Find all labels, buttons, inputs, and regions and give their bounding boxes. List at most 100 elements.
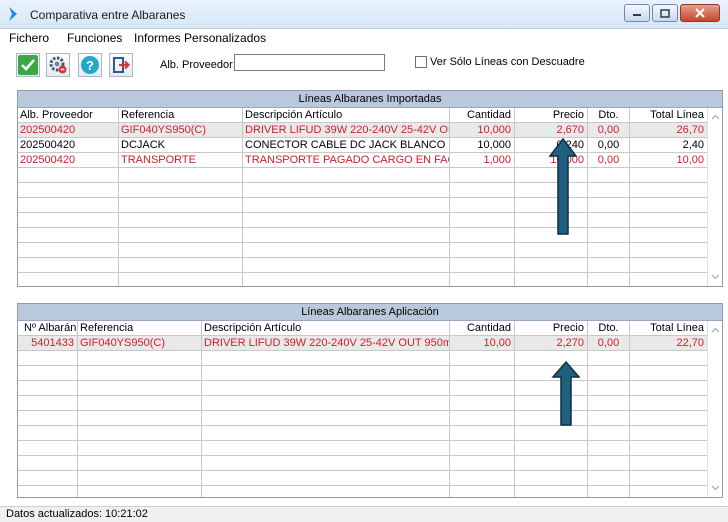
empty-row xyxy=(18,366,708,381)
empty-row xyxy=(18,486,708,497)
gear-process-icon xyxy=(49,56,67,74)
cell-total: 22,70 xyxy=(630,336,708,351)
toolbar: ? Alb. Proveedor: Ver Sólo Líneas con De… xyxy=(0,47,728,83)
empty-row xyxy=(18,273,708,286)
menu-fichero[interactable]: Fichero xyxy=(9,31,49,45)
cell-cantidad: 10,000 xyxy=(450,123,515,138)
empty-row xyxy=(18,213,708,228)
cell-alb: 202500420 xyxy=(18,138,119,153)
col-referencia[interactable]: Referencia xyxy=(78,321,202,336)
col-descripcion[interactable]: Descripción Artículo xyxy=(202,321,450,336)
cell-descripcion: DRIVER LIFUD 39W 220-240V 25-42V OUT 950… xyxy=(204,336,450,351)
table-row[interactable]: 202500420 TRANSPORTE TRANSPORTE PAGADO C… xyxy=(18,153,708,168)
table-row[interactable]: 202500420 DCJACK CONECTOR CABLE DC JACK … xyxy=(18,138,708,153)
proveedor-input[interactable] xyxy=(234,54,385,71)
minimize-icon xyxy=(633,14,641,16)
table-row[interactable]: 5401433 GIF040YS950(C) DRIVER LIFUD 39W … xyxy=(18,336,708,351)
cell-cantidad: 1,000 xyxy=(450,153,515,168)
importadas-header-row: Alb. Proveedor Referencia Descripción Ar… xyxy=(18,108,708,123)
cell-alb: 5401433 xyxy=(18,336,78,351)
window-title: Comparativa entre Albaranes xyxy=(30,8,186,22)
empty-row xyxy=(18,258,708,273)
confirm-button[interactable] xyxy=(16,53,40,77)
cell-referencia: DCJACK xyxy=(119,138,243,153)
col-cantidad[interactable]: Cantidad xyxy=(450,108,515,123)
cell-total: 2,40 xyxy=(630,138,708,153)
cell-dto: 0,00 xyxy=(588,336,630,351)
cell-alb: 202500420 xyxy=(18,123,119,138)
title-bar: Comparativa entre Albaranes xyxy=(0,0,728,29)
aplicacion-panel: Líneas Albaranes Aplicación Nº Albarán R… xyxy=(17,303,723,498)
empty-row xyxy=(18,351,708,366)
empty-row xyxy=(18,228,708,243)
svg-text:?: ? xyxy=(86,58,94,73)
col-descripcion[interactable]: Descripción Artículo xyxy=(243,108,450,123)
cell-descripcion: DRIVER LIFUD 39W 220-240V 25-42V OU xyxy=(245,123,450,138)
cell-precio: 2,670 xyxy=(515,123,588,138)
empty-row xyxy=(18,441,708,456)
minimize-button[interactable] xyxy=(624,4,650,22)
empty-row xyxy=(18,183,708,198)
cell-dto: 0,00 xyxy=(588,123,630,138)
close-button[interactable] xyxy=(680,4,720,22)
annotation-arrow-up-icon xyxy=(551,361,581,426)
empty-row xyxy=(18,411,708,426)
proveedor-label: Alb. Proveedor: xyxy=(160,59,236,71)
empty-row xyxy=(18,243,708,258)
empty-row xyxy=(18,381,708,396)
app-chevron-icon xyxy=(9,7,17,21)
importadas-panel: Líneas Albaranes Importadas Alb. Proveed… xyxy=(17,90,723,287)
cell-cantidad: 10,000 xyxy=(450,138,515,153)
cell-descripcion: TRANSPORTE PAGADO CARGO EN FAC xyxy=(245,153,450,168)
col-alb-proveedor[interactable]: Alb. Proveedor xyxy=(18,108,119,123)
check-icon xyxy=(18,55,38,75)
maximize-button[interactable] xyxy=(652,4,678,22)
cell-alb: 202500420 xyxy=(18,153,119,168)
empty-row xyxy=(18,471,708,486)
col-total-linea[interactable]: Total Línea xyxy=(630,108,708,123)
descuadre-checkbox-label[interactable]: Ver Sólo Líneas con Descuadre xyxy=(430,56,585,68)
annotation-arrow-up-icon xyxy=(548,138,578,235)
scroll-up-icon[interactable] xyxy=(711,114,720,120)
aplicacion-title: Líneas Albaranes Aplicación xyxy=(18,304,722,321)
col-n-albaran[interactable]: Nº Albarán xyxy=(18,321,78,336)
col-cantidad[interactable]: Cantidad xyxy=(450,321,515,336)
menu-informes-personalizados[interactable]: Informes Personalizados xyxy=(134,31,266,45)
close-icon xyxy=(695,8,705,18)
exit-icon xyxy=(113,57,131,73)
empty-row xyxy=(18,168,708,183)
descuadre-checkbox[interactable] xyxy=(415,56,427,68)
table-row[interactable]: 202500420 GIF040YS950(C) DRIVER LIFUD 39… xyxy=(18,123,708,138)
scroll-up-icon[interactable] xyxy=(711,327,720,333)
col-dto[interactable]: Dto. xyxy=(588,321,630,336)
cell-total: 26,70 xyxy=(630,123,708,138)
empty-row xyxy=(18,456,708,471)
cell-precio: 2,270 xyxy=(515,336,588,351)
cell-dto: 0,00 xyxy=(588,138,630,153)
cell-referencia: GIF040YS950(C) xyxy=(78,336,202,351)
scroll-down-icon[interactable] xyxy=(711,485,720,491)
help-icon: ? xyxy=(81,56,99,74)
cell-descripcion: CONECTOR CABLE DC JACK BLANCO xyxy=(243,138,450,153)
cell-referencia: GIF040YS950(C) xyxy=(119,123,243,138)
importadas-title: Líneas Albaranes Importadas xyxy=(18,91,722,108)
col-precio[interactable]: Precio xyxy=(515,321,588,336)
col-precio[interactable]: Precio xyxy=(515,108,588,123)
cell-referencia: TRANSPORTE xyxy=(119,153,243,168)
maximize-icon xyxy=(660,8,670,18)
empty-row xyxy=(18,198,708,213)
process-button[interactable] xyxy=(46,53,70,77)
col-dto[interactable]: Dto. xyxy=(588,108,630,123)
exit-button[interactable] xyxy=(109,53,133,77)
col-total-linea[interactable]: Total Línea xyxy=(630,321,708,336)
col-referencia[interactable]: Referencia xyxy=(119,108,243,123)
cell-cantidad: 10,00 xyxy=(450,336,515,351)
help-button[interactable]: ? xyxy=(78,53,102,77)
cell-dto: 0,00 xyxy=(588,153,630,168)
menu-funciones[interactable]: Funciones xyxy=(67,31,122,45)
importadas-scrollbar[interactable] xyxy=(707,108,722,286)
menu-bar: Fichero Funciones Informes Personalizado… xyxy=(0,29,728,47)
aplicacion-scrollbar[interactable] xyxy=(707,321,722,497)
aplicacion-header-row: Nº Albarán Referencia Descripción Artícu… xyxy=(18,321,708,336)
scroll-down-icon[interactable] xyxy=(711,274,720,280)
